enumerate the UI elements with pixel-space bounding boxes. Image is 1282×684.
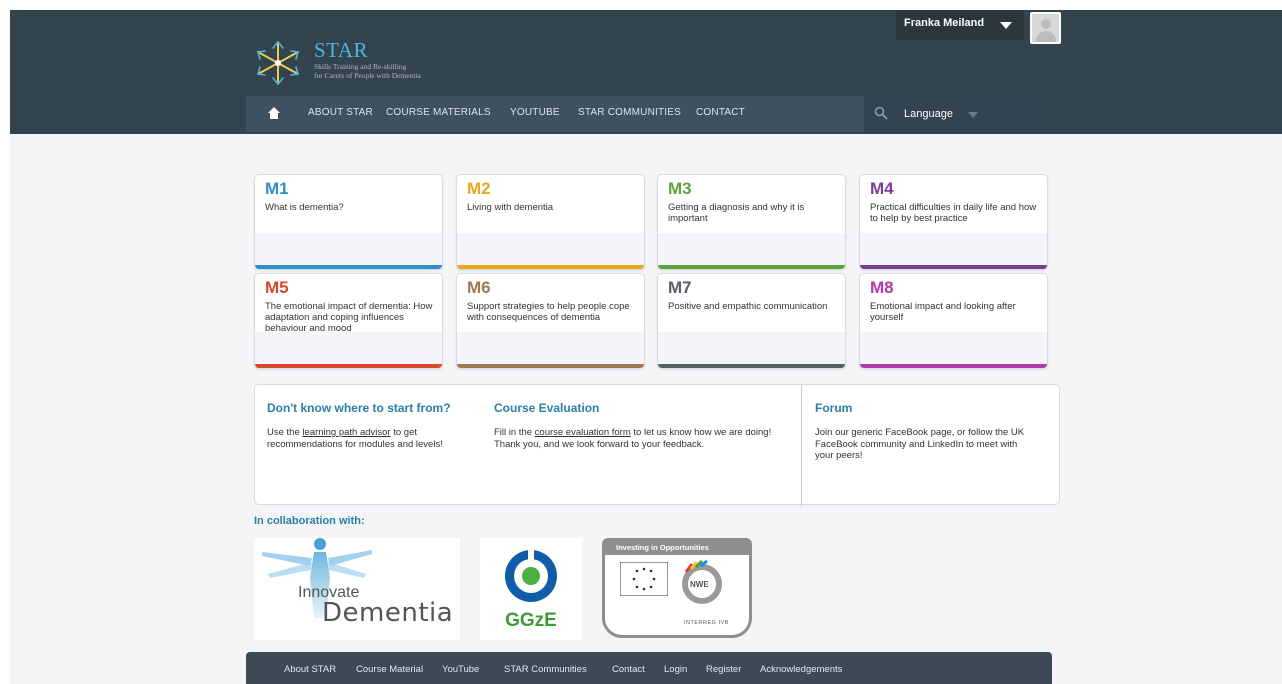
module-card-m7[interactable]: M7 Positive and empathic communication	[657, 273, 846, 369]
footer-login[interactable]: Login	[664, 664, 687, 675]
collaboration-label: In collaboration with:	[254, 515, 365, 527]
footer-register[interactable]: Register	[706, 664, 741, 675]
footer-acknowledgements[interactable]: Acknowledgements	[760, 664, 842, 675]
logo-subtitle-line-1: Skills Training and Re-skilling	[314, 62, 407, 71]
module-code: M1	[265, 179, 289, 198]
start-text-before: Use the	[267, 427, 303, 438]
module-color-bar	[860, 364, 1047, 368]
module-code: M8	[870, 278, 894, 297]
module-card-m6[interactable]: M6 Support strategies to help people cop…	[456, 273, 645, 369]
eu-flag-icon	[620, 562, 668, 596]
module-code: M5	[265, 278, 289, 297]
evaluation-title: Course Evaluation	[494, 401, 600, 415]
footer-contact[interactable]: Contact	[612, 664, 645, 675]
footer-course-material[interactable]: Course Material	[356, 664, 423, 675]
card-lower	[255, 332, 442, 366]
module-title: The emotional impact of dementia: How ad…	[265, 301, 433, 334]
interreg-logo[interactable]: Investing in Opportunities NWE INTERREG …	[602, 538, 752, 640]
module-card-m2[interactable]: M2 Living with dementia	[456, 174, 645, 270]
avatar-body	[1036, 31, 1056, 42]
module-code: M3	[668, 179, 692, 198]
module-card-m4[interactable]: M4 Practical difficulties in daily life …	[859, 174, 1048, 270]
module-code: M2	[467, 179, 491, 198]
interreg-text: INTERREG IVB	[684, 620, 729, 626]
module-title: Support strategies to help people cope w…	[467, 301, 630, 323]
module-card-m3[interactable]: M3 Getting a diagnosis and why it is imp…	[657, 174, 846, 270]
forum-title: Forum	[815, 401, 853, 415]
evaluation-text: Fill in the course evaluation form to le…	[494, 427, 794, 450]
nav-contact[interactable]: CONTACT	[696, 107, 745, 118]
nav-star-communities[interactable]: STAR COMMUNITIES	[578, 107, 681, 118]
module-color-bar	[658, 265, 845, 269]
module-card-m8[interactable]: M8 Emotional impact and looking after yo…	[859, 273, 1048, 369]
logo-subtitle: Skills Training and Re-skilling for Care…	[314, 62, 484, 80]
caret-down-icon	[968, 112, 978, 118]
start-title: Don't know where to start from?	[267, 401, 451, 415]
user-menu[interactable]: Franka Meiland	[896, 10, 1024, 40]
dementia-text: Dementia	[322, 598, 454, 628]
module-code: M7	[668, 278, 692, 297]
language-label: Language	[904, 108, 953, 120]
start-text: Use the learning path advisor to get rec…	[267, 427, 477, 450]
course-evaluation-form-link[interactable]: course evaluation form	[535, 427, 631, 438]
ggze-logo[interactable]: GGzE	[480, 538, 582, 640]
module-color-bar	[255, 265, 442, 269]
panel-divider	[801, 385, 802, 507]
site-footer: About STAR Course Material YouTube STAR …	[246, 652, 1052, 684]
logo-title: STAR	[314, 38, 368, 62]
evaluation-text-before: Fill in the	[494, 427, 535, 438]
learning-path-advisor-link[interactable]: learning path advisor	[302, 427, 390, 438]
card-lower	[255, 233, 442, 267]
ggze-text: GGzE	[505, 610, 557, 631]
caret-down-icon	[1000, 22, 1012, 29]
star-logo[interactable]: STAR Skills Training and Re-skilling for…	[250, 38, 490, 90]
avatar[interactable]	[1030, 12, 1061, 44]
module-card-m1[interactable]: M1 What is dementia?	[254, 174, 443, 270]
module-color-bar	[457, 265, 644, 269]
footer-about-star[interactable]: About STAR	[284, 664, 336, 675]
module-color-bar	[255, 364, 442, 368]
search-icon[interactable]	[874, 106, 888, 120]
module-color-bar	[457, 364, 644, 368]
card-lower	[860, 332, 1047, 366]
card-lower	[457, 332, 644, 366]
module-title: Living with dementia	[467, 202, 554, 213]
card-lower	[658, 233, 845, 267]
language-selector[interactable]: Language	[864, 96, 1042, 132]
info-panel: Don't know where to start from? Use the …	[254, 384, 1060, 507]
footer-youtube[interactable]: YouTube	[442, 664, 479, 675]
forum-text: Join our generic FaceBook page, or follo…	[815, 427, 1025, 461]
nav-course-materials[interactable]: COURSE MATERIALS	[386, 107, 491, 118]
module-title: What is dementia?	[265, 202, 344, 213]
ggze-ring-icon	[505, 546, 557, 602]
module-title: Positive and empathic communication	[668, 301, 828, 312]
logo-subtitle-line-2: for Carers of People with Dementia	[314, 71, 421, 80]
module-color-bar	[860, 265, 1047, 269]
snowflake-icon	[257, 41, 299, 85]
user-name: Franka Meiland	[904, 17, 985, 29]
innovate-dementia-logo[interactable]: Innovate Dementia	[254, 538, 460, 640]
module-code: M4	[870, 179, 894, 198]
card-lower	[658, 332, 845, 366]
module-title: Emotional impact and looking after yours…	[870, 301, 1016, 323]
footer-star-communities[interactable]: STAR Communities	[504, 664, 587, 675]
module-color-bar	[658, 364, 845, 368]
module-card-m5[interactable]: M5 The emotional impact of dementia: How…	[254, 273, 443, 369]
nwe-text: NWE	[690, 580, 709, 589]
card-lower	[860, 233, 1047, 267]
home-icon[interactable]	[268, 107, 280, 119]
nav-youtube[interactable]: YOUTUBE	[510, 107, 560, 118]
card-lower	[457, 233, 644, 267]
nav-about-star[interactable]: ABOUT STAR	[308, 107, 373, 118]
module-code: M6	[467, 278, 491, 297]
interreg-banner: Investing in Opportunities	[616, 543, 709, 552]
module-title: Practical difficulties in daily life and…	[870, 202, 1037, 224]
avatar-head	[1041, 19, 1051, 29]
module-title: Getting a diagnosis and why it is import…	[668, 202, 805, 224]
